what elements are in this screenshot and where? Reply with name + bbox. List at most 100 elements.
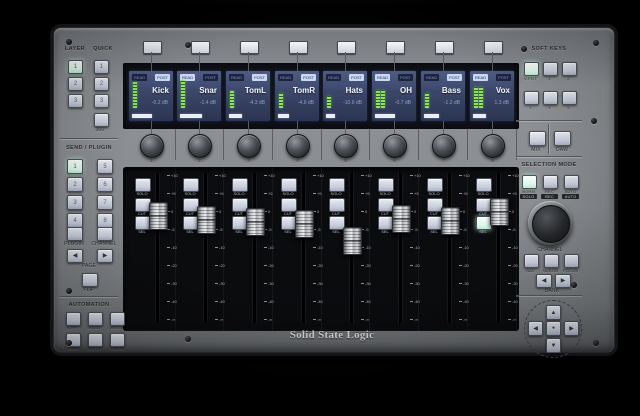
send-button-7[interactable]: 7 [97,195,113,210]
solo-button[interactable] [427,178,443,192]
selection-mode-norm-button[interactable] [522,175,537,189]
automation-touch-button[interactable] [110,333,125,347]
daw-button[interactable] [554,131,571,146]
quick-button-2[interactable]: 2 [94,77,109,91]
fader-scale-tick: -∞ [508,318,520,322]
fader-cap[interactable] [246,208,265,236]
cursor-right-button[interactable]: ▶ [564,321,579,336]
fader-scale-tick: 0 [508,210,520,214]
fader-cap[interactable] [441,207,460,235]
soft-key-button[interactable] [191,41,210,54]
channel-encoder[interactable] [528,201,572,245]
automation-latch-button[interactable] [88,333,103,347]
channel-button[interactable] [97,227,113,241]
fader-cap[interactable] [343,227,362,255]
vpot-knob[interactable] [286,134,310,158]
cursor-up-button[interactable]: ▲ [546,305,561,320]
send-button-1[interactable]: 1 [67,159,83,174]
soft-key-bank-3-button[interactable] [524,91,539,105]
mix-button[interactable] [529,131,546,146]
vpot-knob[interactable] [237,134,261,158]
bank-right-button[interactable]: ▶ [555,274,571,288]
send-button-3[interactable]: 3 [67,195,83,210]
layer-button-2[interactable]: 2 [68,77,83,91]
send-button-6[interactable]: 6 [97,177,113,192]
channel-db-value: -0.7 dB [395,100,411,106]
layer-button-3[interactable]: 3 [68,94,83,108]
channel-meter [474,75,483,108]
flip-button[interactable] [82,273,98,287]
cursor-left-button[interactable]: ◀ [528,321,543,336]
fader-cap[interactable] [490,198,509,226]
soft-key-button[interactable] [240,41,259,54]
soft-key-button[interactable] [484,41,503,54]
selection-mode-badge: SOLO [520,194,537,199]
channel-name: TomL [245,86,266,95]
fader-cap[interactable] [295,210,314,238]
nudge-button[interactable] [544,254,559,268]
soft-key-bank-vpot-button[interactable] [524,62,539,76]
soft-key-button[interactable] [435,41,454,54]
automation-off-button[interactable] [66,312,81,326]
nav-button[interactable] [524,254,539,268]
layer-button-1[interactable]: 1 [68,60,83,74]
channel-name: OH [400,86,412,95]
left-divider-1 [60,138,118,139]
pan-indicator [278,114,289,118]
plugin-button[interactable] [67,227,83,241]
plugin-button-label: PLUGIN [60,241,88,247]
solo-button[interactable] [378,178,394,192]
fader-cap[interactable] [392,205,411,233]
vpot-knob[interactable] [432,134,456,158]
screw [593,340,599,346]
send-button-5[interactable]: 5 [97,159,113,174]
soft-key-button[interactable] [337,41,356,54]
channel-meter [376,75,385,108]
vpot-knob[interactable] [481,134,505,158]
soft-key-button[interactable] [143,41,162,54]
bank-left-button[interactable]: ◀ [536,274,552,288]
vpot-knob[interactable] [188,134,212,158]
360-button-label: 360° [87,127,115,133]
quick-button-1[interactable]: 1 [94,60,109,74]
page-label: PAGE [75,263,103,269]
solo-button[interactable] [135,178,151,192]
automation-touch-label: TOUCH [103,346,130,351]
soft-key-button[interactable] [386,41,405,54]
automation-write-button[interactable] [110,312,125,326]
send-button-2[interactable]: 2 [67,177,83,192]
focus-button[interactable] [564,254,579,268]
selection-mode-auto-button[interactable] [564,175,579,189]
fader-cap[interactable] [149,202,168,230]
send-button-8[interactable]: 8 [97,213,113,228]
solo-button[interactable] [232,178,248,192]
automation-read-button[interactable] [88,312,103,326]
soft-key-bank-5-button[interactable] [562,91,577,105]
solo-button[interactable] [183,178,199,192]
vpot-knob[interactable] [334,134,358,158]
selection-mode-rec-button[interactable] [543,175,558,189]
channel-meter [327,75,331,108]
vpot-knob[interactable] [140,134,164,158]
quick-button-3[interactable]: 3 [94,94,109,108]
360-button[interactable] [94,113,109,127]
solo-button[interactable] [281,178,297,192]
page-right-button[interactable]: ▶ [97,249,113,263]
soft-key-bank-2-button[interactable] [562,62,577,76]
soft-key-button[interactable] [289,41,308,54]
soft-key-bank-4-button[interactable] [543,91,558,105]
fader-cap[interactable] [197,206,216,234]
meter-bar [381,90,385,108]
meter-bar [230,91,234,108]
solo-button[interactable] [476,178,492,192]
page-left-button[interactable]: ◀ [67,249,83,263]
soft-key-stem [443,52,444,71]
solo-button[interactable] [329,178,345,192]
vpot-knob[interactable] [383,134,407,158]
soft-key-stem [297,52,298,71]
soft-key-bank-1-button[interactable] [543,62,558,76]
cursor-center-button[interactable]: ● [546,321,561,336]
cut-button[interactable] [329,198,345,212]
cursor-down-button[interactable]: ▼ [546,338,561,353]
send-button-4[interactable]: 4 [67,213,83,228]
